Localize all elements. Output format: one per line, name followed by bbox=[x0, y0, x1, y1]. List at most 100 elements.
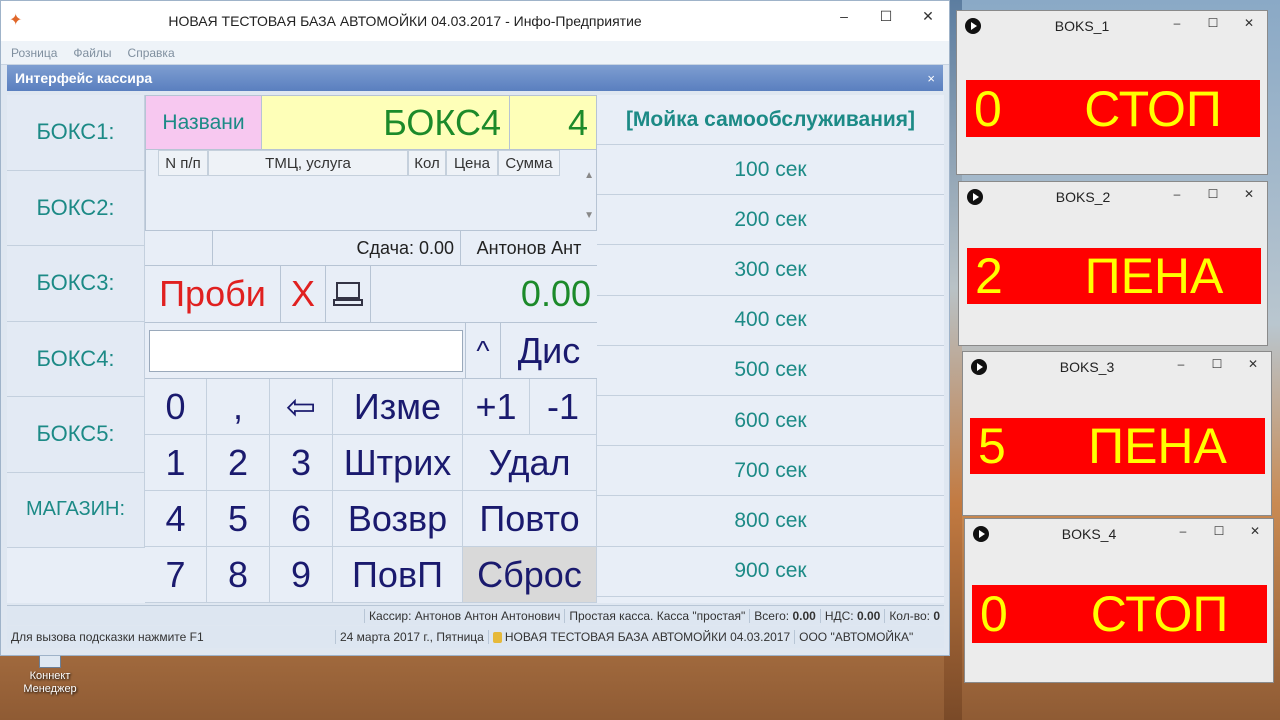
key-0[interactable]: 0 bbox=[145, 379, 207, 435]
panel-close-button[interactable]: × bbox=[927, 71, 935, 86]
reset-button[interactable]: Сброс bbox=[463, 547, 597, 603]
minimize-button[interactable]: – bbox=[1163, 352, 1199, 376]
maximize-button[interactable]: ☐ bbox=[1195, 182, 1231, 206]
caret-up-button[interactable]: ^ bbox=[465, 322, 501, 379]
computer-button[interactable] bbox=[326, 266, 371, 322]
monitor-state: ПЕНА bbox=[1088, 418, 1227, 474]
status-qty-value: 0 bbox=[933, 608, 940, 623]
play-icon[interactable] bbox=[967, 189, 983, 205]
service-400-sec[interactable]: 400 сек bbox=[597, 296, 944, 346]
title-bar: ✦ НОВАЯ ТЕСТОВАЯ БАЗА АВТОМОЙКИ 04.03.20… bbox=[1, 1, 949, 41]
close-button[interactable]: ✕ bbox=[1237, 519, 1273, 543]
desktop-shortcut-connect-manager[interactable]: Коннект Менеджер bbox=[10, 650, 90, 696]
box-4-button[interactable]: БОКС4: bbox=[7, 321, 145, 397]
col-header-number[interactable]: N п/п bbox=[158, 150, 208, 176]
computer-icon bbox=[333, 282, 363, 306]
service-700-sec[interactable]: 700 сек bbox=[597, 446, 944, 497]
services-title: [Мойка самообслуживания] bbox=[597, 95, 944, 145]
col-header-price[interactable]: Цена bbox=[446, 150, 498, 176]
monitor-status-panel: 0 СТОП bbox=[966, 80, 1260, 137]
close-button[interactable]: ✕ bbox=[1235, 352, 1271, 376]
menu-retail[interactable]: Розница bbox=[11, 46, 57, 60]
close-button[interactable]: ✕ bbox=[1231, 11, 1267, 35]
window-title: НОВАЯ ТЕСТОВАЯ БАЗА АВТОМОЙКИ 04.03.2017… bbox=[168, 13, 642, 29]
barcode-button[interactable]: Штрих bbox=[333, 435, 463, 491]
change-amount: Сдача: 0.00 bbox=[213, 231, 461, 265]
return-button[interactable]: Возвр bbox=[333, 491, 463, 547]
box-3-button[interactable]: БОКС3: bbox=[7, 246, 145, 322]
total-amount: 0.00 bbox=[520, 273, 591, 314]
cashier-panel-header: Интерфейс кассира × bbox=[7, 65, 943, 91]
edit-button[interactable]: Изме bbox=[333, 379, 463, 435]
menu-help[interactable]: Справка bbox=[128, 46, 175, 60]
service-300-sec[interactable]: 300 сек bbox=[597, 245, 944, 296]
maximize-button[interactable]: ☐ bbox=[1201, 519, 1237, 543]
discount-button[interactable]: Дис bbox=[501, 323, 597, 379]
status-vat-label: НДС: bbox=[824, 608, 854, 623]
cancel-button[interactable]: X bbox=[281, 266, 326, 322]
minimize-button[interactable]: – bbox=[1159, 182, 1195, 206]
key-9[interactable]: 9 bbox=[270, 547, 333, 603]
key-7[interactable]: 7 bbox=[145, 547, 207, 603]
minimize-button[interactable]: – bbox=[1159, 11, 1195, 35]
maximize-button[interactable]: ☐ bbox=[865, 1, 907, 31]
key-6[interactable]: 6 bbox=[270, 491, 333, 547]
key-3[interactable]: 3 bbox=[270, 435, 333, 491]
print-receipt-button[interactable]: Проби bbox=[145, 266, 281, 322]
database-icon bbox=[492, 632, 502, 644]
status-register: Простая касса. Касса "простая" bbox=[564, 608, 749, 623]
backspace-key-icon[interactable]: ⇦ bbox=[270, 379, 333, 435]
monitor-status-panel: 2 ПЕНА bbox=[967, 248, 1261, 304]
keypad: 0 , ⇦ Изме +1 -1 1 2 3 Штрих Удал 4 5 6 … bbox=[145, 379, 597, 603]
order-table[interactable]: N п/п ТМЦ, услуга Кол Цена Сумма ▲ ▼ bbox=[145, 150, 597, 231]
box-1-button[interactable]: БОКС1: bbox=[7, 95, 145, 171]
scroll-down-arrow-icon[interactable]: ▼ bbox=[584, 210, 594, 221]
service-600-sec[interactable]: 600 сек bbox=[597, 396, 944, 447]
key-2[interactable]: 2 bbox=[207, 435, 270, 491]
service-100-sec[interactable]: 100 сек bbox=[597, 145, 944, 196]
play-icon[interactable] bbox=[965, 18, 981, 34]
box-monitor-3: BOKS_3 – ☐ ✕ 5 ПЕНА bbox=[962, 351, 1272, 516]
service-900-sec[interactable]: 900 сек bbox=[597, 547, 944, 597]
key-5[interactable]: 5 bbox=[207, 491, 270, 547]
service-800-sec[interactable]: 800 сек bbox=[597, 496, 944, 547]
quantity-input[interactable] bbox=[149, 329, 463, 372]
plus-one-button[interactable]: +1 bbox=[463, 379, 530, 435]
close-button[interactable]: ✕ bbox=[1231, 182, 1267, 206]
status-database-name: НОВАЯ ТЕСТОВАЯ БАЗА АВТОМОЙКИ 04.03.2017 bbox=[504, 630, 791, 644]
close-button[interactable]: ✕ bbox=[907, 1, 949, 31]
key-8[interactable]: 8 bbox=[207, 547, 270, 603]
play-icon[interactable] bbox=[973, 526, 989, 542]
maximize-button[interactable]: ☐ bbox=[1199, 352, 1235, 376]
delete-button[interactable]: Удал bbox=[463, 435, 597, 491]
shop-button[interactable]: МАГАЗИН: bbox=[7, 472, 145, 548]
repeat-payment-button[interactable]: ПовП bbox=[333, 547, 463, 603]
box-2-button[interactable]: БОКС2: bbox=[7, 170, 145, 246]
key-comma[interactable]: , bbox=[207, 379, 270, 435]
monitor-state: СТОП bbox=[1084, 80, 1222, 137]
minimize-button[interactable]: – bbox=[823, 1, 865, 31]
col-header-item[interactable]: ТМЦ, услуга bbox=[208, 150, 408, 176]
repeat-button[interactable]: Повто bbox=[463, 491, 597, 547]
order-panel: Названи БОКС4 4 N п/п ТМЦ, услуга Кол Це… bbox=[145, 95, 597, 603]
name-label: Названи bbox=[146, 96, 262, 149]
minus-one-button[interactable]: -1 bbox=[530, 379, 597, 435]
key-1[interactable]: 1 bbox=[145, 435, 207, 491]
box-monitor-1: BOKS_1 – ☐ ✕ 0 СТОП bbox=[956, 10, 1268, 175]
play-icon[interactable] bbox=[971, 359, 987, 375]
maximize-button[interactable]: ☐ bbox=[1195, 11, 1231, 35]
minimize-button[interactable]: – bbox=[1165, 519, 1201, 543]
monitor-number: 0 bbox=[980, 586, 1008, 642]
service-500-sec[interactable]: 500 сек bbox=[597, 346, 944, 396]
service-200-sec[interactable]: 200 сек bbox=[597, 195, 944, 246]
menu-files[interactable]: Файлы bbox=[73, 46, 111, 60]
key-4[interactable]: 4 bbox=[145, 491, 207, 547]
col-header-qty[interactable]: Кол bbox=[408, 150, 446, 176]
monitor-number: 0 bbox=[974, 80, 1002, 137]
selected-box-name: БОКС4 bbox=[262, 96, 510, 149]
status-total: Всего: 0.00 bbox=[749, 608, 820, 623]
scroll-up-arrow-icon[interactable]: ▲ bbox=[584, 170, 594, 181]
col-header-sum[interactable]: Сумма bbox=[498, 150, 560, 176]
box-5-button[interactable]: БОКС5: bbox=[7, 397, 145, 473]
status-date: 24 марта 2017 г., Пятница bbox=[335, 630, 488, 644]
